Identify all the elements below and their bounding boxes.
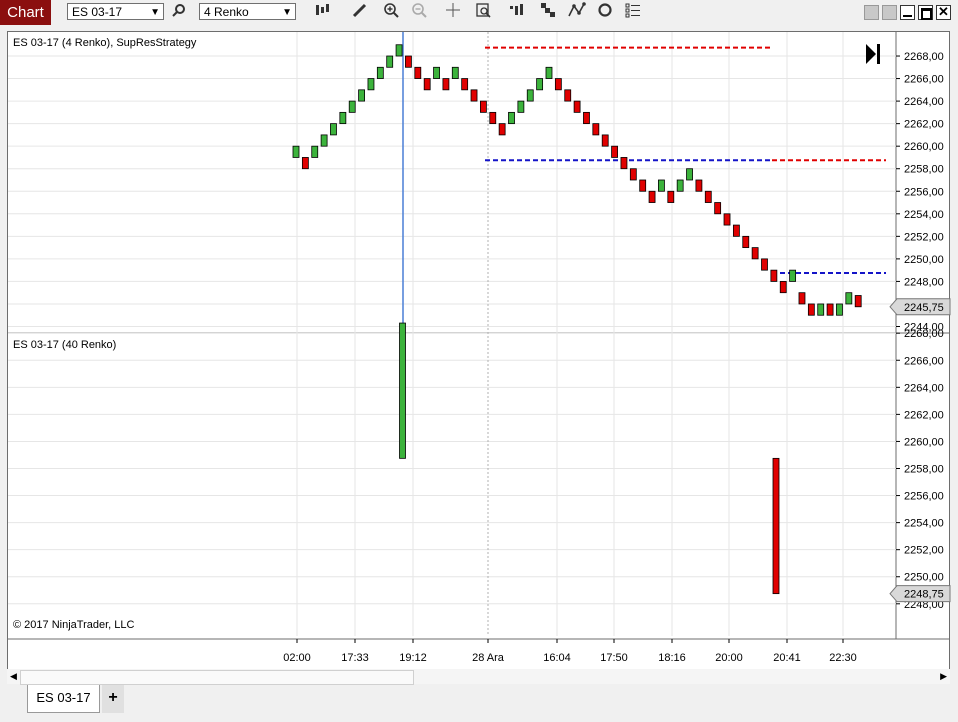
instrument-selector[interactable]: ES 03-17 ▼: [67, 3, 164, 20]
properties-icon[interactable]: [622, 2, 644, 23]
lower-panel-label: ES 03-17 (40 Renko): [13, 339, 117, 351]
chart-frame: [7, 31, 950, 684]
chevron-down-icon: ▼: [150, 7, 160, 18]
restore-layout-button[interactable]: [864, 5, 879, 20]
tile-button[interactable]: [882, 5, 897, 20]
upper-panel-label: ES 03-17 (4 Renko), SupResStrategy: [13, 37, 197, 49]
scroll-right-arrow[interactable]: ▶: [940, 671, 947, 682]
pencil-icon[interactable]: [349, 2, 371, 23]
search-icon[interactable]: [168, 2, 190, 23]
minimize-button[interactable]: [900, 5, 915, 20]
data-box-icon[interactable]: [472, 2, 494, 23]
scroll-left-arrow[interactable]: ◀: [10, 671, 17, 682]
close-button[interactable]: ✕: [936, 5, 951, 20]
zoom-out-icon[interactable]: [408, 2, 430, 23]
close-icon: ✕: [938, 4, 949, 19]
instrument-value: ES 03-17: [72, 5, 123, 19]
bar-indicator-icon[interactable]: [507, 2, 529, 23]
chevron-down-icon: ▼: [282, 7, 292, 18]
zoom-in-icon[interactable]: [380, 2, 402, 23]
toolbar: Chart ES 03-17 ▼ 4 Renko ▼ ✕: [0, 0, 958, 25]
crosshair-icon[interactable]: [442, 2, 464, 23]
add-tab-button[interactable]: +: [102, 685, 124, 713]
tab-es-03-17[interactable]: ES 03-17: [27, 685, 100, 713]
bar-type-selector[interactable]: 4 Renko ▼: [199, 3, 296, 20]
maximize-button[interactable]: [918, 5, 933, 20]
scroll-thumb[interactable]: [20, 670, 414, 685]
bottom-tab-bar: ES 03-17 +: [0, 685, 958, 722]
copyright-label: © 2017 NinjaTrader, LLC: [13, 619, 135, 631]
go-to-end-icon[interactable]: [864, 42, 882, 66]
maximize-icon: [921, 8, 932, 20]
chart-title-tab[interactable]: Chart: [0, 0, 51, 25]
horizontal-scrollbar[interactable]: ◀ ▶: [7, 669, 950, 685]
strategy-icon[interactable]: [537, 2, 559, 23]
minimize-icon: [903, 15, 912, 17]
bar-type-value: 4 Renko: [204, 5, 249, 19]
chart-trader-icon[interactable]: [566, 2, 588, 23]
refresh-icon[interactable]: [594, 2, 616, 23]
bar-style-icon[interactable]: [312, 2, 334, 23]
